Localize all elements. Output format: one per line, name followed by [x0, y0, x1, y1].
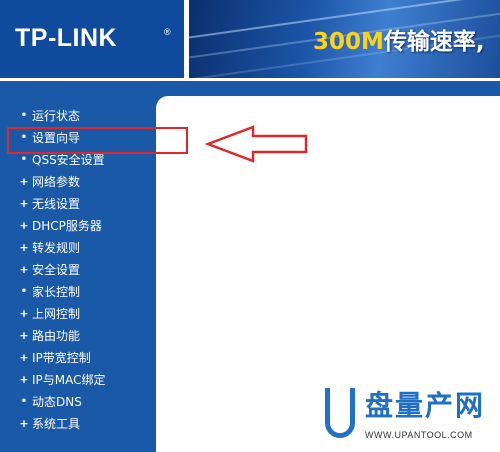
sidebar-item-14[interactable]: + 系统工具: [0, 413, 148, 435]
expand-plus-icon: +: [19, 197, 29, 210]
sidebar-item-label: 家长控制: [32, 285, 81, 299]
banner-caption: 传输速率,: [383, 29, 485, 55]
sidebar-item-label: 上网控制: [32, 307, 81, 321]
sidebar-item-label: 路由功能: [32, 329, 81, 343]
logo-area: TP-LINK ®: [0, 0, 184, 78]
u-disk-logo-icon: [325, 388, 355, 438]
sidebar-item-8[interactable]: • 家长控制: [0, 281, 148, 303]
sidebar-item-13[interactable]: • 动态DNS: [0, 391, 148, 413]
expand-plus-icon: +: [19, 329, 29, 342]
expand-plus-icon: +: [19, 175, 29, 188]
tp-link-logo: TP-LINK: [15, 24, 118, 52]
sidebar-item-11[interactable]: + IP带宽控制: [0, 347, 148, 369]
sidebar-item-label: QSS安全设置: [32, 153, 105, 167]
sidebar-item-label: 动态DNS: [32, 395, 82, 409]
dot-bullet-icon: •: [20, 396, 28, 407]
sidebar-item-label: 系统工具: [32, 417, 81, 431]
sidebar-item-label: 转发规则: [32, 241, 81, 255]
sidebar-item-12[interactable]: + IP与MAC绑定: [0, 369, 148, 391]
sidebar-menu: • 运行状态 • 设置向导 • QSS安全设置 + 网络参数 + 无线设置 + DHCP服务器 + 转发规…: [0, 105, 148, 435]
watermark-title: 盘量产网: [365, 389, 486, 422]
sidebar-item-10[interactable]: + 路由功能: [0, 325, 148, 347]
sidebar-item-5[interactable]: + DHCP服务器: [0, 215, 148, 237]
sidebar-item-label: IP带宽控制: [32, 351, 91, 365]
sidebar-item-label: IP与MAC绑定: [32, 373, 106, 387]
sidebar-item-label: 无线设置: [32, 197, 81, 211]
dot-bullet-icon: •: [20, 286, 28, 297]
highlight-box: [7, 127, 188, 154]
expand-plus-icon: +: [19, 307, 29, 320]
registered-mark: ®: [164, 27, 171, 37]
header: TP-LINK ® 300M传输速率,: [0, 0, 500, 81]
expand-plus-icon: +: [19, 241, 29, 254]
sidebar-item-label: 安全设置: [32, 263, 81, 277]
expand-plus-icon: +: [19, 263, 29, 276]
sidebar-item-6[interactable]: + 转发规则: [0, 237, 148, 259]
sidebar-item-3[interactable]: + 网络参数: [0, 171, 148, 193]
expand-plus-icon: +: [19, 373, 29, 386]
watermark-url: WWW.UPANTOOL.COM: [365, 430, 473, 440]
expand-plus-icon: +: [19, 417, 29, 430]
watermark: 盘量产网 WWW.UPANTOOL.COM: [325, 388, 495, 448]
expand-plus-icon: +: [19, 351, 29, 364]
sidebar-item-label: DHCP服务器: [32, 219, 102, 233]
expand-plus-icon: +: [19, 219, 29, 232]
banner-speed: 300M: [313, 29, 384, 55]
sidebar-item-7[interactable]: + 安全设置: [0, 259, 148, 281]
sidebar-item-0[interactable]: • 运行状态: [0, 105, 148, 127]
header-banner: 300M传输速率,: [189, 0, 500, 78]
red-arrow-icon: [205, 125, 308, 163]
sidebar-item-9[interactable]: + 上网控制: [0, 303, 148, 325]
sidebar-item-label: 网络参数: [32, 175, 81, 189]
sidebar-item-label: 运行状态: [32, 109, 81, 123]
dot-bullet-icon: •: [20, 110, 28, 121]
sidebar-item-4[interactable]: + 无线设置: [0, 193, 148, 215]
banner-slogan: 300M传输速率,: [313, 22, 485, 56]
